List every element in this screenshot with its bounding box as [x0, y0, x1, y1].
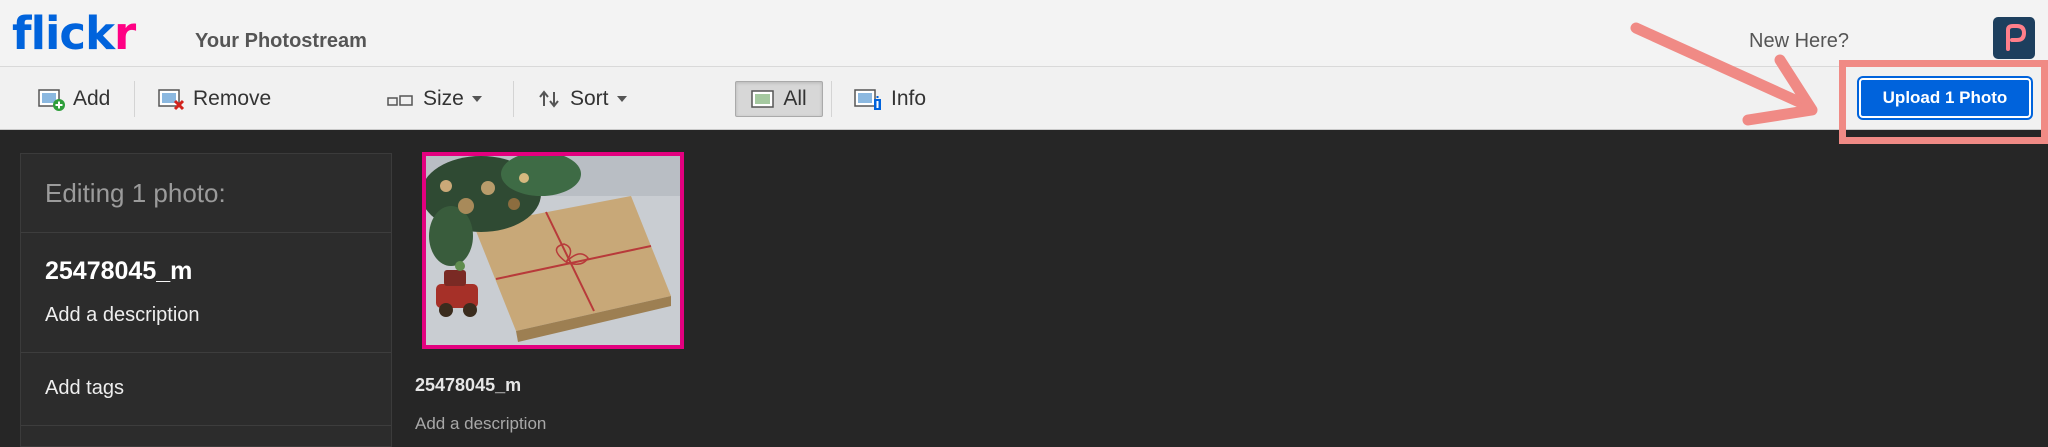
photo-description[interactable]: Add a description: [415, 414, 546, 434]
remove-button[interactable]: Remove: [158, 67, 271, 130]
sidebar-description-field[interactable]: Add a description: [45, 304, 391, 327]
sidebar-title-field[interactable]: 25478045_m: [45, 257, 391, 286]
sidebar-tags-field[interactable]: Add tags: [21, 353, 391, 426]
info-icon: [854, 88, 881, 110]
flickr-logo[interactable]: flickr: [12, 6, 136, 62]
annotation-arrow-icon: [1630, 22, 1818, 126]
remove-label: Remove: [193, 86, 272, 110]
annotation-highlight-box: [1839, 60, 2048, 144]
info-button[interactable]: Info: [854, 67, 926, 130]
toolbar-divider: [134, 81, 135, 117]
remove-photo-icon: [158, 88, 185, 110]
page-title: Your Photostream: [195, 30, 367, 52]
info-label: Info: [891, 86, 927, 110]
toolbar-divider: [513, 81, 514, 117]
size-dropdown[interactable]: Size: [386, 67, 482, 130]
gift-photo-image: [426, 156, 680, 345]
sidebar-file-section: 25478045_m Add a description: [21, 233, 391, 353]
edit-sidebar: Editing 1 photo: 25478045_m Add a descri…: [20, 153, 392, 447]
select-all-button[interactable]: All: [735, 81, 823, 117]
photo-thumbnail[interactable]: [422, 152, 684, 349]
sidebar-heading: Editing 1 photo:: [21, 154, 391, 233]
sort-label: Sort: [570, 86, 609, 110]
all-label: All: [783, 87, 807, 110]
chevron-down-icon: [471, 95, 482, 102]
add-button[interactable]: Add: [38, 67, 110, 130]
size-label: Size: [423, 86, 464, 110]
sort-icon: [539, 89, 559, 108]
size-icon: [387, 94, 413, 106]
chevron-down-icon: [616, 95, 627, 102]
sort-dropdown[interactable]: Sort: [537, 67, 627, 130]
add-photo-icon: [38, 88, 65, 111]
photo-title[interactable]: 25478045_m: [415, 375, 521, 396]
toolbar-divider: [831, 81, 832, 117]
add-label: Add: [73, 86, 111, 110]
p-icon[interactable]: [1993, 17, 2035, 59]
all-photos-icon: [751, 90, 775, 108]
